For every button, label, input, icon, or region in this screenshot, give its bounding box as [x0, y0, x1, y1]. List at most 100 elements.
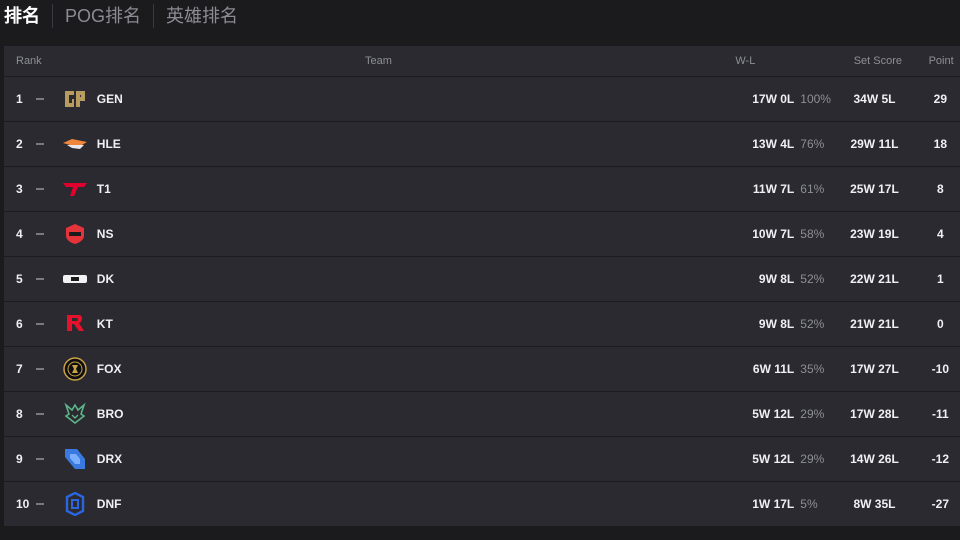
- win-rate: 29%: [800, 407, 825, 421]
- win-loss: 5W 12L 29%: [726, 407, 828, 421]
- points: 1: [937, 272, 944, 286]
- table-row[interactable]: 6 KT 9W 8L 52% 21W 21L 0: [4, 302, 960, 347]
- team-name: DNF: [96, 497, 122, 511]
- fox-logo-icon: [61, 356, 89, 382]
- set-score: 34W 5L: [853, 92, 896, 106]
- table-row[interactable]: 2 HLE 13W 4L 76% 29W 11L 18: [4, 122, 960, 167]
- points: -12: [931, 452, 950, 466]
- win-rate: 61%: [800, 182, 825, 196]
- tab-champion-ranking[interactable]: 英雄排名: [153, 4, 250, 28]
- rank-cell: 4: [4, 227, 59, 241]
- wl-value: 6W 11L: [752, 362, 795, 376]
- win-loss: 13W 4L 76%: [726, 137, 828, 151]
- set-score: 29W 11L: [850, 137, 899, 151]
- win-loss: 9W 8L 52%: [726, 317, 828, 331]
- rank-change-icon: [36, 188, 44, 190]
- rank-change-icon: [36, 413, 44, 415]
- rank-change-icon: [36, 233, 44, 235]
- table-row[interactable]: 7 FOX 6W 11L 35% 17W 27L -10: [4, 347, 960, 392]
- set-score: 8W 35L: [853, 497, 896, 511]
- win-loss: 1W 17L 5%: [726, 497, 828, 511]
- header-set-score: Set Score: [853, 55, 903, 67]
- rank-change-icon: [36, 98, 44, 100]
- standings-table: Rank Team W-L Set Score Point 1 GEN 17W …: [4, 46, 960, 527]
- wl-value: 17W 0L: [752, 92, 795, 106]
- points: -10: [931, 362, 950, 376]
- win-rate: 52%: [800, 272, 825, 286]
- win-rate: 58%: [800, 227, 825, 241]
- t1-logo-icon: [61, 176, 89, 202]
- header-team: Team: [364, 55, 392, 67]
- win-rate: 5%: [800, 497, 818, 511]
- dnf-logo-icon: [61, 491, 89, 517]
- rank-cell: 1: [4, 92, 59, 106]
- rank-cell: 6: [4, 317, 59, 331]
- points: 18: [933, 137, 948, 151]
- table-row[interactable]: 1 GEN 17W 0L 100% 34W 5L 29: [4, 77, 960, 122]
- gen-logo-icon: [61, 86, 89, 112]
- points: 29: [933, 92, 948, 106]
- win-rate: 29%: [800, 452, 825, 466]
- team-name: NS: [96, 227, 114, 241]
- win-rate: 76%: [800, 137, 825, 151]
- win-rate: 100%: [800, 92, 831, 106]
- table-row[interactable]: 10 DNF 1W 17L 5% 8W 35L -27: [4, 482, 960, 527]
- team-name: GEN: [96, 92, 123, 106]
- win-rate: 52%: [800, 317, 825, 331]
- bro-logo-icon: [61, 401, 89, 427]
- wl-value: 9W 8L: [758, 272, 795, 286]
- points: -27: [931, 497, 950, 511]
- table-row[interactable]: 9 DRX 5W 12L 29% 14W 26L -12: [4, 437, 960, 482]
- rank-number: 1: [16, 92, 23, 106]
- set-score: 21W 21L: [850, 317, 899, 331]
- rank-cell: 3: [4, 182, 59, 196]
- rank-cell: 5: [4, 272, 59, 286]
- team-name: KT: [96, 317, 113, 331]
- team-name: T1: [96, 182, 111, 196]
- team-name: HLE: [96, 137, 121, 151]
- rank-change-icon: [36, 323, 44, 325]
- rank-change-icon: [36, 143, 44, 145]
- wl-value: 9W 8L: [758, 317, 795, 331]
- tab-ranking[interactable]: 排名: [0, 4, 52, 28]
- points: 4: [937, 227, 944, 241]
- team-name: DK: [96, 272, 115, 286]
- header-rank: Rank: [16, 55, 42, 67]
- rank-change-icon: [36, 368, 44, 370]
- win-loss: 6W 11L 35%: [726, 362, 828, 376]
- dk-logo-icon: [61, 266, 89, 292]
- wl-value: 10W 7L: [752, 227, 795, 241]
- team-name: BRO: [96, 407, 124, 421]
- rank-change-icon: [36, 278, 44, 280]
- wl-value: 11W 7L: [752, 182, 795, 196]
- rank-change-icon: [36, 458, 44, 460]
- kt-logo-icon: [61, 311, 89, 337]
- tab-pog-ranking[interactable]: POG排名: [52, 4, 153, 28]
- points: 0: [937, 317, 944, 331]
- rank-cell: 7: [4, 362, 59, 376]
- win-loss: 9W 8L 52%: [726, 272, 828, 286]
- table-row[interactable]: 3 T1 11W 7L 61% 25W 17L 8: [4, 167, 960, 212]
- wl-value: 5W 12L: [752, 452, 795, 466]
- set-score: 17W 27L: [850, 362, 899, 376]
- table-row[interactable]: 4 NS 10W 7L 58% 23W 19L 4: [4, 212, 960, 257]
- rank-cell: 8: [4, 407, 59, 421]
- rank-cell: 9: [4, 452, 59, 466]
- set-score: 22W 21L: [850, 272, 899, 286]
- header-wl: W-L: [735, 55, 756, 67]
- table-row[interactable]: 8 BRO 5W 12L 29% 17W 28L -11: [4, 392, 960, 437]
- rank-number: 8: [16, 407, 23, 421]
- rank-cell: 2: [4, 137, 59, 151]
- ns-logo-icon: [61, 221, 89, 247]
- team-name: DRX: [96, 452, 123, 466]
- header-point: Point: [928, 55, 954, 67]
- rank-number: 10: [16, 497, 30, 511]
- wl-value: 13W 4L: [752, 137, 795, 151]
- hle-logo-icon: [61, 131, 89, 157]
- rank-number: 7: [16, 362, 23, 376]
- points: 8: [937, 182, 944, 196]
- win-loss: 17W 0L 100%: [726, 92, 831, 106]
- set-score: 25W 17L: [850, 182, 899, 196]
- table-row[interactable]: 5 DK 9W 8L 52% 22W 21L 1: [4, 257, 960, 302]
- wl-value: 5W 12L: [752, 407, 795, 421]
